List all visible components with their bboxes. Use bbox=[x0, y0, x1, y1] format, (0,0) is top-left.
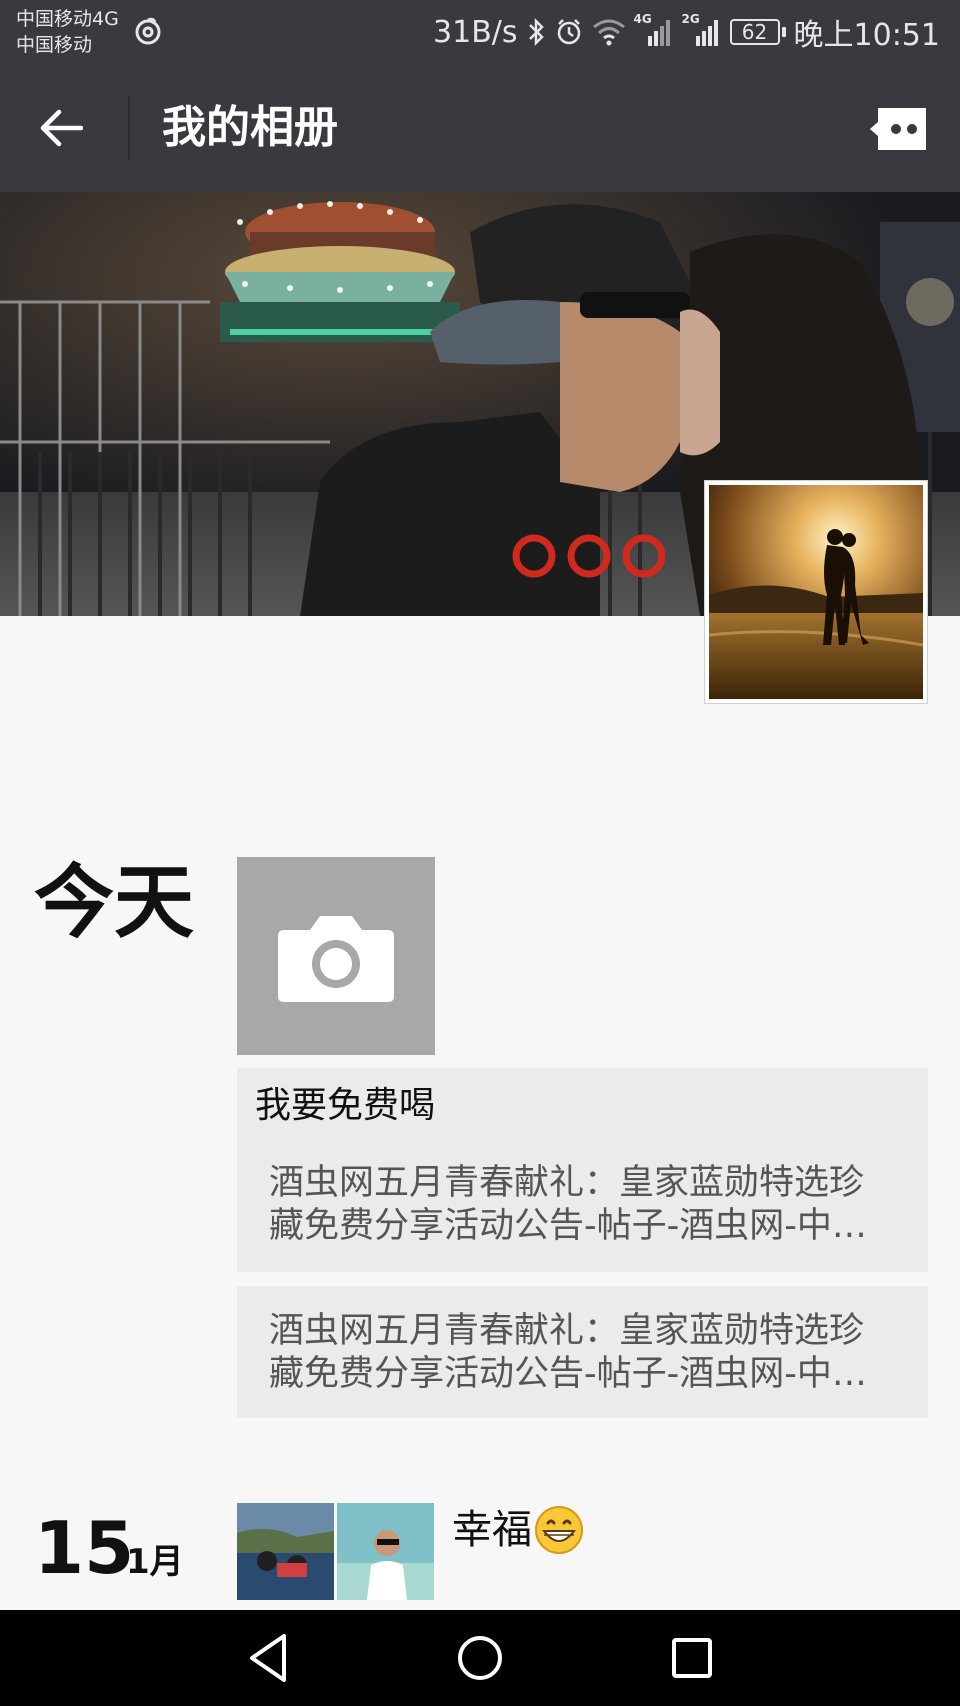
app-header: 我的相册 bbox=[0, 64, 960, 192]
entry-day: 15 bbox=[34, 1506, 135, 1590]
page-title: 我的相册 bbox=[162, 102, 338, 153]
clock: 晚上10:51 bbox=[793, 18, 940, 53]
shared-link-card[interactable]: 我要免费喝 酒虫网五月青春献礼：皇家蓝勋特选珍 藏免费分享活动公告-帖子-酒虫网… bbox=[237, 1068, 928, 1272]
shared-link-card[interactable]: 酒虫网五月青春献礼：皇家蓝勋特选珍 藏免费分享活动公告-帖子-酒虫网-中… bbox=[237, 1286, 928, 1418]
grinning-face-emoji bbox=[535, 1506, 583, 1554]
nav-recents-icon[interactable] bbox=[662, 1628, 722, 1688]
netease-music-icon bbox=[135, 17, 161, 45]
user-avatar[interactable] bbox=[704, 480, 928, 704]
carrier-info: 中国移动4G 中国移动 bbox=[16, 6, 119, 58]
alarm-icon bbox=[557, 19, 580, 45]
nav-home-icon[interactable] bbox=[450, 1628, 510, 1688]
back-button[interactable] bbox=[30, 98, 90, 158]
more-chat-icon[interactable] bbox=[868, 104, 930, 154]
carrier-line-2: 中国移动 bbox=[16, 34, 93, 56]
battery-level: 62 bbox=[729, 19, 780, 45]
photo-thumbnail[interactable] bbox=[337, 1603, 434, 1609]
photo-thumbnail[interactable] bbox=[237, 1603, 334, 1609]
status-right: 31B/s 4G 2G 62 晚上10:51 bbox=[433, 10, 940, 54]
system-navigation-bar bbox=[0, 1610, 960, 1706]
photo-thumbnails[interactable] bbox=[237, 1503, 435, 1609]
share-card-description: 酒虫网五月青春献礼：皇家蓝勋特选珍 藏免费分享活动公告-帖子-酒虫网-中… bbox=[269, 1311, 867, 1394]
status-bar: 中国移动4G 中国移动 31B/s 4G 2G 62 晚上10:51 bbox=[0, 0, 960, 64]
add-photo-button[interactable] bbox=[237, 857, 435, 1055]
entry-month: 1月 bbox=[126, 1542, 184, 1582]
header-divider bbox=[128, 96, 130, 160]
photo-thumbnail[interactable] bbox=[237, 1503, 334, 1600]
camera-icon bbox=[278, 916, 394, 1002]
share-card-title: 我要免费喝 bbox=[255, 1085, 436, 1126]
nav-back-icon[interactable] bbox=[238, 1628, 298, 1688]
post-text[interactable]: 幸福 bbox=[452, 1504, 584, 1556]
carrier-line-1: 中国移动4G bbox=[16, 8, 119, 30]
share-card-description: 酒虫网五月青春献礼：皇家蓝勋特选珍 藏免费分享活动公告-帖子-酒虫网-中… bbox=[269, 1163, 867, 1246]
network-speed: 31B/s bbox=[433, 14, 518, 50]
post-caption: 幸福 bbox=[452, 1507, 532, 1553]
signal-4g-icon: 4G bbox=[634, 12, 674, 48]
arrow-left-icon bbox=[40, 109, 83, 147]
signal-2g-icon: 2G bbox=[682, 12, 722, 48]
bluetooth-icon bbox=[528, 17, 544, 47]
battery-icon: 62 bbox=[729, 19, 786, 45]
wifi-icon bbox=[592, 19, 625, 46]
photo-thumbnail[interactable] bbox=[337, 1503, 434, 1600]
today-label: 今天 bbox=[34, 856, 194, 949]
